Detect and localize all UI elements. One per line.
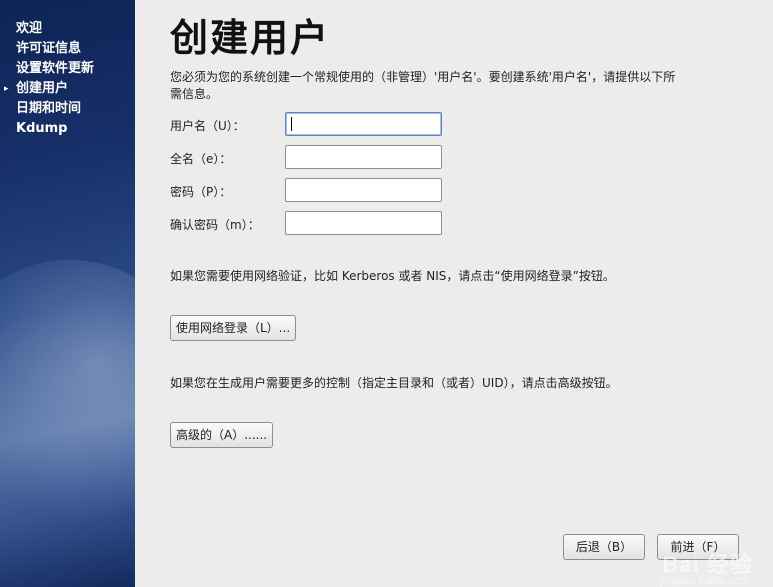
password-label: 密码（P）：: [170, 185, 232, 199]
confirm-password-label: 确认密码（m）：: [170, 218, 260, 232]
step-list: 欢迎 许可证信息 设置软件更新 ▸ 创建用户 日期和时间 Kdump: [0, 19, 135, 139]
sidebar-item-license: 许可证信息: [0, 39, 135, 59]
advanced-note: 如果您在生成用户需要更多的控制（指定主目录和（或者）UID），请点击高级按钮。: [170, 376, 618, 390]
text-caret: [291, 117, 292, 131]
username-label: 用户名（U）：: [170, 119, 245, 133]
fullname-label: 全名（e）：: [170, 152, 232, 166]
confirm-password-field[interactable]: [285, 211, 442, 235]
sidebar-item-label: 设置软件更新: [16, 61, 95, 76]
sidebar-item-create-user: ▸ 创建用户: [0, 79, 135, 99]
sidebar-item-welcome: 欢迎: [0, 19, 135, 39]
network-login-button[interactable]: 使用网络登录（L）...: [170, 315, 297, 341]
sidebar-item-label: 许可证信息: [16, 41, 82, 56]
advanced-button[interactable]: 高级的（A）......: [170, 422, 274, 448]
page-title: 创建用户: [170, 16, 331, 60]
sidebar-item-kdump: Kdump: [0, 119, 135, 139]
sidebar-decoration: [0, 260, 135, 520]
intro-text: 您必须为您的系统创建一个常规使用的（非管理）'用户名'。要创建系统'用户名'，请…: [170, 70, 676, 101]
fullname-field[interactable]: [285, 145, 442, 169]
sidebar-item-software-updates: 设置软件更新: [0, 59, 135, 79]
baidu-watermark-url: jingyan.baidu.com: [660, 575, 749, 587]
current-step-arrow-icon: ▸: [4, 84, 9, 94]
password-field[interactable]: [285, 178, 442, 202]
sidebar-item-label: 日期和时间: [16, 101, 82, 116]
sidebar: 欢迎 许可证信息 设置软件更新 ▸ 创建用户 日期和时间 Kdump: [0, 0, 135, 587]
sidebar-item-label: 欢迎: [16, 21, 43, 36]
sidebar-item-label: 创建用户: [16, 81, 69, 96]
username-field[interactable]: [285, 112, 442, 136]
network-auth-note: 如果您需要使用网络验证，比如 Kerberos 或者 NIS，请点击“使用网络登…: [170, 269, 615, 283]
sidebar-item-date-time: 日期和时间: [0, 99, 135, 119]
sidebar-item-label: Kdump: [16, 121, 68, 136]
back-button[interactable]: 后退（B）: [563, 534, 645, 560]
